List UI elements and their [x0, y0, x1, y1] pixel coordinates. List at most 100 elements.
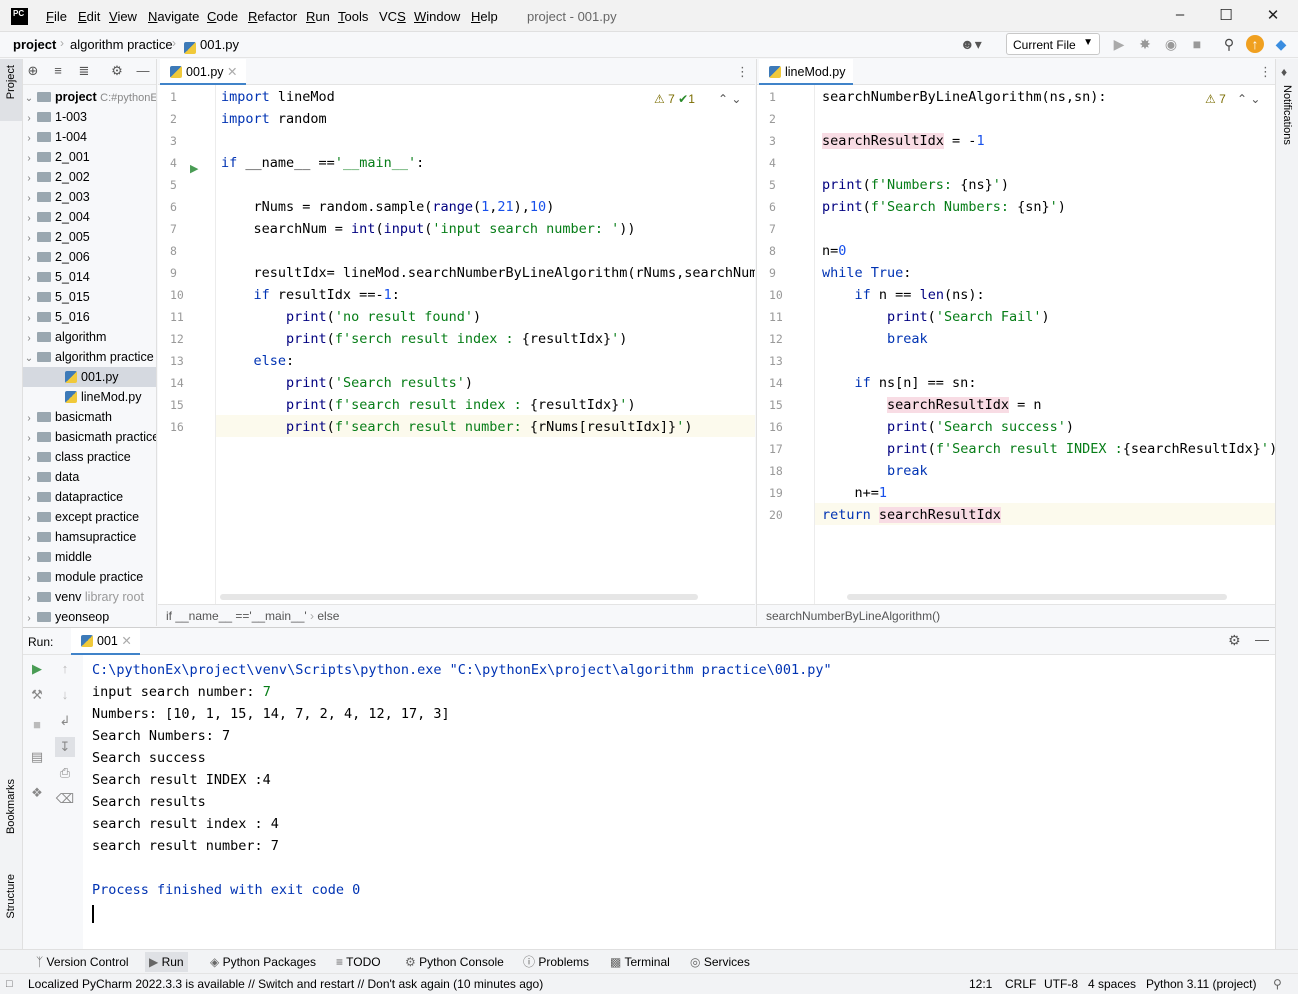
run-gutter-icon[interactable]: ▶: [190, 162, 198, 175]
line-number[interactable]: 2: [170, 112, 200, 126]
line-number[interactable]: 10: [769, 288, 799, 302]
chevron-down-icon[interactable]: ⌄: [23, 349, 35, 369]
run-configuration-select[interactable]: Current File ▼: [1006, 33, 1100, 55]
code-line[interactable]: import random: [221, 108, 327, 130]
hide-icon[interactable]: —: [135, 63, 151, 79]
tool-tab-todo[interactable]: ≡ TODO: [336, 954, 381, 970]
interpreter[interactable]: Python 3.11 (project): [1146, 974, 1257, 994]
tree-item-5-014[interactable]: › 5_014: [23, 267, 156, 287]
tab-001-py[interactable]: 001.py ✕: [160, 59, 246, 85]
code-line[interactable]: if n == len(ns):: [822, 284, 985, 306]
tool-tab-version-control[interactable]: ᛉ Version Control: [36, 954, 129, 970]
minimize-icon[interactable]: –: [1170, 6, 1190, 26]
code-line[interactable]: break: [822, 328, 928, 350]
expand-all-icon[interactable]: ≡: [50, 63, 66, 79]
tree-item-yeonseop[interactable]: › yeonseop: [23, 607, 156, 626]
horizontal-scrollbar[interactable]: [220, 594, 698, 600]
maximize-icon[interactable]: ☐: [1216, 6, 1236, 26]
chevron-right-icon[interactable]: ›: [23, 329, 35, 349]
chevron-right-icon[interactable]: ›: [23, 149, 35, 169]
run-icon[interactable]: ▶: [1110, 35, 1128, 53]
code-line[interactable]: print('no result found'): [221, 306, 481, 328]
run-tab[interactable]: 001 ✕: [71, 628, 140, 655]
code-line[interactable]: rNums = random.sample(range(1,21),10): [221, 196, 555, 218]
tree-item-2-003[interactable]: › 2_003: [23, 187, 156, 207]
line-number[interactable]: 5: [769, 178, 799, 192]
code-line[interactable]: if ns[n] == sn:: [822, 372, 977, 394]
chevron-right-icon[interactable]: ›: [23, 229, 35, 249]
tool-tab-python-packages[interactable]: ◈ Python Packages: [210, 954, 316, 970]
tree-item-data[interactable]: › data: [23, 467, 156, 487]
tool-tab-python-console[interactable]: ⚙ Python Console: [405, 954, 504, 970]
code-line[interactable]: n=0: [822, 240, 846, 262]
tree-item-class-practice[interactable]: › class practice: [23, 447, 156, 469]
code-line[interactable]: print(f'serch result index : {resultIdx}…: [221, 328, 627, 350]
tree-item-5-015[interactable]: › 5_015: [23, 287, 156, 307]
chevron-right-icon[interactable]: ›: [23, 609, 35, 626]
tool-tab-terminal[interactable]: ▩ Terminal: [610, 954, 670, 970]
code-line[interactable]: break: [822, 460, 928, 482]
line-number[interactable]: 7: [170, 222, 200, 236]
code-line[interactable]: while True:: [822, 262, 911, 284]
menu-refactor[interactable]: Refactor: [248, 9, 297, 24]
chevron-up-icon[interactable]: ⌃ ⌄: [1237, 92, 1260, 106]
line-number[interactable]: 7: [769, 222, 799, 236]
line-number[interactable]: 9: [769, 266, 799, 280]
search-icon[interactable]: ⚲: [1220, 35, 1238, 53]
bell-icon[interactable]: ♦: [1281, 65, 1287, 79]
code-line[interactable]: resultIdx= lineMod.searchNumberByLineAlg…: [221, 262, 756, 284]
menu-file[interactable]: File: [46, 9, 67, 24]
menu-run[interactable]: Run: [306, 9, 330, 24]
bookmarks-tool-button[interactable]: Bookmarks: [5, 779, 17, 834]
console-caret[interactable]: [92, 905, 94, 923]
editor-001[interactable]: 001.py ✕ ⋮ ⚠ 7 ✔1 ⌃ ⌄ 1 import lineMod 2 im…: [158, 59, 755, 626]
tool-tab-services[interactable]: ◎ Services: [690, 954, 750, 970]
tab-linemod-py[interactable]: lineMod.py: [759, 59, 854, 85]
menu-help[interactable]: Help: [471, 9, 498, 24]
code-line[interactable]: searchNum = int(input('input search numb…: [221, 218, 636, 240]
chevron-up-icon[interactable]: ⌃ ⌄: [718, 92, 741, 106]
chevron-right-icon[interactable]: ›: [23, 169, 35, 189]
line-number[interactable]: 15: [170, 398, 200, 412]
code-breadcrumb[interactable]: searchNumberByLineAlgorithm(): [757, 604, 1275, 626]
tree-item-2-001[interactable]: › 2_001: [23, 147, 156, 169]
tree-item-basicmath-practice[interactable]: › basicmath practice: [23, 427, 156, 447]
caret-position[interactable]: 12:1: [969, 974, 992, 994]
notifications-tool-button[interactable]: Notifications: [1281, 85, 1293, 145]
debug-icon[interactable]: ✸: [1136, 35, 1154, 53]
structure-tool-button[interactable]: Structure: [5, 874, 17, 919]
menu-window[interactable]: Window: [414, 9, 460, 24]
menu-tools[interactable]: Tools: [338, 9, 368, 24]
chevron-right-icon[interactable]: ›: [23, 529, 35, 549]
line-number[interactable]: 16: [769, 420, 799, 434]
console-output[interactable]: C:\pythonEx\project\venv\Scripts\python.…: [23, 655, 1275, 950]
code-line[interactable]: print('Search Fail'): [822, 306, 1050, 328]
line-number[interactable]: 8: [170, 244, 200, 258]
tree-item-2-006[interactable]: › 2_006: [23, 247, 156, 267]
close-icon[interactable]: ✕: [1263, 6, 1283, 26]
line-number[interactable]: 19: [769, 486, 799, 500]
gear-icon[interactable]: ⚙: [1228, 632, 1241, 649]
menu-vcs[interactable]: VCS: [379, 9, 406, 24]
line-number[interactable]: 10: [170, 288, 200, 302]
code-line[interactable]: print('Search results'): [221, 372, 473, 394]
line-number[interactable]: 12: [769, 332, 799, 346]
breadcrumb-file[interactable]: 001.py: [200, 37, 239, 52]
project-tool-button[interactable]: Project: [0, 59, 22, 121]
line-number[interactable]: 2: [769, 112, 799, 126]
code-line[interactable]: print('Search success'): [822, 416, 1074, 438]
line-separator[interactable]: CRLF: [1005, 974, 1036, 994]
line-number[interactable]: 14: [769, 376, 799, 390]
line-number[interactable]: 13: [170, 354, 200, 368]
line-number[interactable]: 15: [769, 398, 799, 412]
line-number[interactable]: 18: [769, 464, 799, 478]
code-line[interactable]: print(f'search result number: {rNums[res…: [221, 416, 692, 438]
tree-item-basicmath[interactable]: › basicmath: [23, 407, 156, 427]
tree-root[interactable]: ⌄ project C:#pythonEx: [23, 87, 156, 107]
line-number[interactable]: 6: [769, 200, 799, 214]
code-breadcrumb-else[interactable]: else: [317, 609, 339, 623]
chevron-right-icon[interactable]: ›: [23, 449, 35, 469]
tree-item-2-002[interactable]: › 2_002: [23, 167, 156, 189]
menu-view[interactable]: View: [109, 9, 137, 24]
line-number[interactable]: 12: [170, 332, 200, 346]
